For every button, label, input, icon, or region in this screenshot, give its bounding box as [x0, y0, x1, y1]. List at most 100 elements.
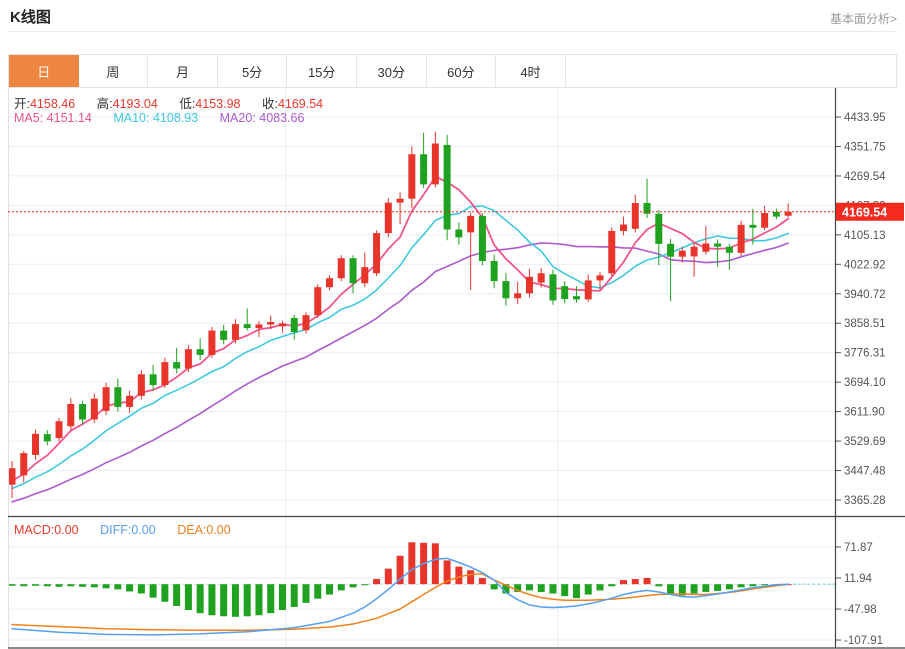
price-axis-label: 3940.72: [844, 289, 886, 301]
candle-body: [291, 318, 298, 332]
tab-item[interactable]: 日: [9, 55, 79, 87]
macd-bar: [314, 584, 321, 598]
tab-item[interactable]: 4时: [496, 55, 566, 87]
macd-bar: [303, 584, 310, 603]
price-axis-label: 4269.54: [844, 171, 886, 183]
price-axis-label: 4105.13: [844, 230, 886, 242]
macd-bar: [9, 584, 16, 586]
price-axis-label: 4351.75: [844, 141, 886, 153]
tab-item[interactable]: 30分: [357, 55, 427, 87]
macd-bar: [561, 584, 568, 596]
tab-item[interactable]: 周: [79, 55, 149, 87]
macd-bar: [114, 584, 121, 589]
diff-value: 0.00: [131, 523, 155, 537]
macd-bar: [103, 584, 110, 588]
price-axis-label: 3365.28: [844, 495, 886, 507]
macd-bar: [632, 579, 639, 584]
candle-body: [655, 214, 662, 244]
macd-bar: [738, 584, 745, 587]
candle-body: [244, 324, 251, 328]
macd-axis-label: -107.91: [844, 635, 883, 647]
candle-body: [785, 212, 792, 216]
macd-bar: [432, 543, 439, 584]
macd-bar: [373, 579, 380, 584]
macd-bar: [338, 584, 345, 590]
candle-body: [338, 258, 345, 278]
macd-layer: [9, 542, 836, 635]
axis-layer: 4433.954351.754269.544187.334105.134022.…: [8, 88, 905, 648]
dea-label: DEA:: [177, 523, 206, 537]
candle-body: [9, 468, 16, 484]
candle-body: [150, 374, 157, 385]
macd-bar: [67, 584, 74, 586]
interval-tab-bar: 日周月5分15分30分60分4时: [8, 54, 897, 88]
candle-body: [267, 322, 274, 325]
candle-body: [632, 203, 639, 229]
macd-bar: [232, 584, 239, 617]
macd-bar: [620, 580, 627, 584]
macd-bar: [467, 570, 474, 584]
macd-bar: [32, 584, 39, 586]
tab-item[interactable]: 15分: [287, 55, 357, 87]
low-label: 低:: [179, 97, 195, 111]
price-axis-label: 3694.10: [844, 377, 886, 389]
macd-bar: [385, 569, 392, 585]
macd-readout: MACD:0.00 DIFF:0.00 DEA:0.00: [14, 523, 249, 537]
macd-bar: [714, 584, 721, 591]
price-axis-label: 4433.95: [844, 112, 886, 124]
macd-bar: [702, 584, 709, 592]
candle-body: [514, 293, 521, 298]
open-label: 开:: [14, 97, 30, 111]
price-axis-label: 3447.48: [844, 466, 886, 478]
candle-body: [738, 225, 745, 253]
candle-body: [326, 278, 333, 287]
macd-bar: [185, 584, 192, 610]
macd-bar: [749, 584, 756, 586]
candle-body: [279, 323, 286, 326]
candle-body: [467, 216, 474, 232]
macd-bar: [126, 584, 133, 591]
macd-bar: [644, 578, 651, 584]
candle-body: [491, 261, 498, 281]
candle-body: [350, 258, 357, 283]
candle-body: [255, 324, 262, 328]
macd-bar: [667, 584, 674, 593]
macd-bar: [208, 584, 215, 615]
candle-body: [597, 275, 604, 280]
candle-body: [585, 280, 592, 299]
macd-bar: [585, 584, 592, 594]
candle-body: [773, 212, 780, 217]
candle-body: [444, 145, 451, 230]
macd-bar: [361, 584, 368, 585]
candle-body: [538, 273, 545, 282]
candle-body: [161, 362, 168, 385]
macd-bar: [138, 584, 145, 593]
candle-body: [620, 224, 627, 230]
tab-item[interactable]: 5分: [218, 55, 288, 87]
tab-item[interactable]: 月: [148, 55, 218, 87]
ma-lines-layer: [12, 177, 788, 502]
macd-bar: [549, 584, 556, 593]
tab-item[interactable]: 60分: [427, 55, 497, 87]
current-price-badge-text: 4169.54: [842, 205, 887, 219]
dea-value: 0.00: [206, 523, 230, 537]
macd-bar: [173, 584, 180, 606]
candle-body: [67, 404, 74, 426]
macd-bar: [220, 584, 227, 616]
ma-readout: MA5: 4151.14 MA10: 4108.93 MA20: 4083.66: [14, 111, 322, 125]
candle-body: [549, 274, 556, 300]
macd-bar: [455, 567, 462, 585]
candle-body: [749, 225, 756, 228]
macd-bar: [291, 584, 298, 607]
price-axis-label: 3529.69: [844, 436, 886, 448]
macd-bar: [526, 584, 533, 590]
price-axis-label: 3858.51: [844, 318, 886, 330]
macd-bar: [573, 584, 580, 598]
macd-bar: [655, 584, 662, 586]
candle-body: [761, 213, 768, 228]
candle-body: [197, 349, 204, 355]
macd-bar: [538, 584, 545, 592]
macd-bar: [56, 584, 63, 587]
candle-body: [208, 331, 215, 355]
candle-body: [691, 247, 698, 257]
